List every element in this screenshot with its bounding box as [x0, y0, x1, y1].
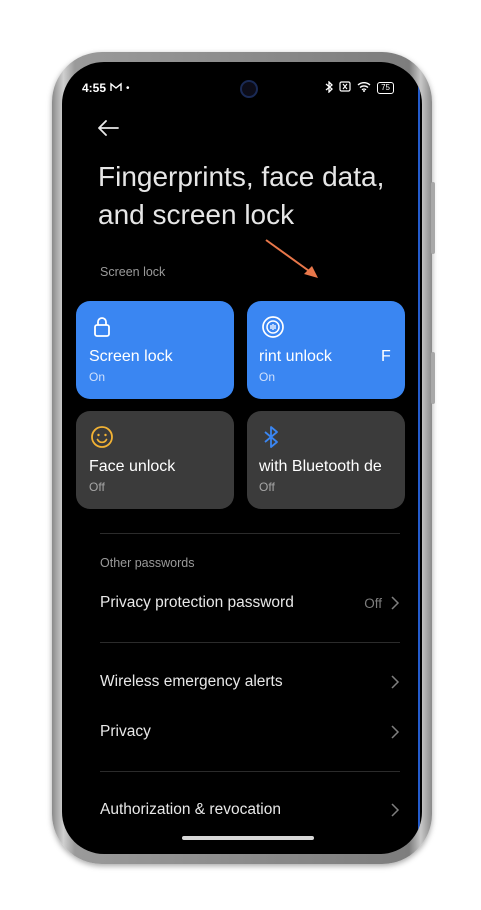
tile-label: rint unlock: [259, 348, 332, 365]
wireless-emergency-alerts-row[interactable]: Wireless emergency alerts: [100, 662, 400, 702]
chevron-right-icon: [391, 675, 400, 689]
gmail-icon: [110, 81, 122, 95]
chevron-right-icon: [391, 725, 400, 739]
back-button[interactable]: [96, 118, 124, 142]
screen-lock-tile[interactable]: Screen lock On: [76, 301, 234, 399]
chevron-right-icon: [391, 596, 400, 610]
page-title: Fingerprints, face data, and screen lock: [98, 161, 385, 230]
power-button: [431, 352, 435, 404]
dot-icon: •: [126, 82, 130, 94]
smiley-face-icon: [91, 426, 113, 448]
home-indicator[interactable]: [182, 836, 314, 840]
fingerprint-icon: [262, 316, 284, 338]
tile-status: On: [259, 370, 276, 384]
row-label: Privacy protection password: [100, 594, 294, 611]
bluetooth-unlock-tile[interactable]: with Bluetooth de Off: [247, 411, 405, 509]
bluetooth-icon: [264, 426, 278, 448]
tile-status: Off: [89, 480, 105, 494]
phone-screen: 4:55 • 75 Fingerprints, face data, and s…: [62, 62, 422, 854]
privacy-row[interactable]: Privacy: [100, 712, 400, 752]
face-unlock-tile[interactable]: Face unlock Off: [76, 411, 234, 509]
bluetooth-icon: [325, 79, 334, 96]
row-label: Wireless emergency alerts: [100, 673, 283, 690]
tile-label-overflow: F: [381, 348, 391, 365]
divider: [100, 771, 400, 772]
section-label-screen-lock: Screen lock: [100, 265, 166, 279]
volume-button: [431, 182, 435, 254]
chevron-right-icon: [391, 803, 400, 817]
row-label: Authorization & revocation: [100, 801, 281, 818]
phone-frame: 4:55 • 75 Fingerprints, face data, and s…: [52, 52, 435, 864]
tile-label: Screen lock: [89, 348, 173, 365]
front-camera: [240, 80, 258, 98]
screen-edge-highlight: [418, 82, 420, 834]
padlock-icon: [94, 317, 110, 337]
row-value: Off: [364, 595, 382, 611]
no-sim-icon: [339, 81, 351, 95]
back-arrow-icon: [98, 120, 119, 136]
status-bar: 4:55 • 75: [82, 78, 394, 98]
divider: [100, 642, 400, 643]
privacy-protection-password-row[interactable]: Privacy protection password Off: [100, 583, 400, 623]
annotation-arrow-icon: [265, 239, 318, 278]
tile-status: On: [89, 370, 106, 384]
divider: [100, 533, 400, 534]
tile-status: Off: [259, 480, 275, 494]
section-label-other-passwords: Other passwords: [100, 556, 195, 570]
fingerprint-unlock-tile[interactable]: rint unlock F On: [247, 301, 405, 399]
row-label: Privacy: [100, 723, 151, 740]
tile-label: with Bluetooth de: [259, 458, 382, 475]
authorization-revocation-row[interactable]: Authorization & revocation: [100, 790, 400, 830]
wifi-icon: [357, 81, 371, 95]
status-time: 4:55: [82, 81, 107, 95]
battery-indicator: 75: [377, 82, 394, 94]
tile-label: Face unlock: [89, 458, 176, 475]
